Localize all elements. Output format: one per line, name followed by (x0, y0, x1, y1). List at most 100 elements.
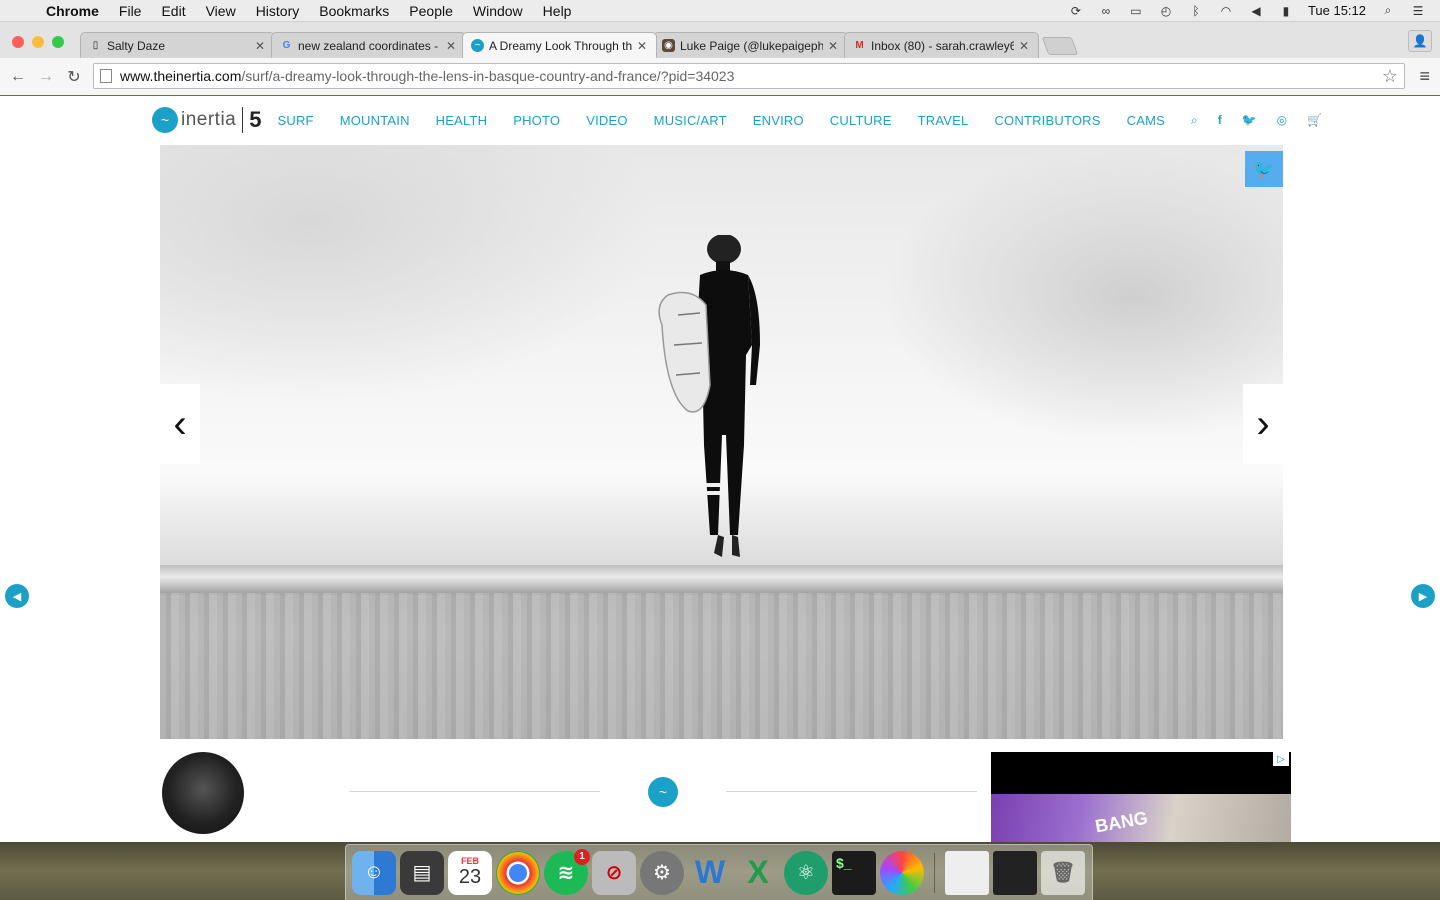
bookmark-star-icon[interactable]: ☆ (1382, 66, 1398, 87)
hero-gallery-image[interactable]: ‹ › 🐦 (160, 145, 1283, 739)
volume-icon[interactable]: ◀ (1248, 4, 1264, 18)
notification-badge: 1 (574, 848, 590, 865)
close-tab-icon[interactable]: ✕ (1018, 39, 1030, 53)
zoom-window-button[interactable] (52, 36, 64, 48)
close-window-button[interactable] (12, 36, 24, 48)
menu-bookmarks[interactable]: Bookmarks (309, 3, 399, 19)
mission-control-icon[interactable]: ▤ (400, 850, 444, 895)
chrome-icon[interactable] (496, 850, 540, 895)
nav-enviro[interactable]: ENVIRO (753, 113, 804, 128)
time-machine-icon[interactable]: ◴ (1158, 4, 1174, 18)
menu-file[interactable]: File (109, 3, 152, 19)
tab-title: Salty Daze (107, 38, 166, 53)
menu-clock[interactable]: Tue 15:12 (1308, 3, 1366, 18)
menu-history[interactable]: History (246, 3, 310, 19)
cloud-shape (160, 145, 660, 405)
next-article-button[interactable]: ▶ (1411, 584, 1435, 608)
word-icon[interactable]: W (688, 851, 732, 895)
gmail-icon: M (855, 40, 864, 51)
inertia-wave-icon: ~ (648, 777, 678, 807)
page-info-icon[interactable] (100, 69, 112, 83)
close-tab-icon[interactable]: ✕ (827, 39, 839, 53)
sync-icon[interactable]: ⟳ (1068, 4, 1084, 18)
tab-inertia-article[interactable]: ~ A Dreamy Look Through the ✕ (462, 32, 657, 58)
notification-center-icon[interactable]: ☰ (1410, 4, 1426, 18)
terminal-icon[interactable]: $_ (832, 850, 876, 895)
search-icon[interactable]: ⌕ (1191, 113, 1198, 128)
photos-icon[interactable] (880, 850, 924, 895)
calendar-month: FEB (461, 856, 479, 866)
forward-arrow-icon[interactable]: → (32, 68, 60, 86)
author-avatar[interactable] (162, 752, 244, 834)
profile-icon[interactable]: 👤 (1408, 30, 1432, 52)
facebook-icon[interactable]: f (1218, 113, 1222, 128)
finder-icon[interactable]: ☺ (352, 850, 396, 895)
battery-icon[interactable]: ▮ (1278, 4, 1294, 18)
nav-photo[interactable]: PHOTO (513, 113, 560, 128)
system-preferences-icon[interactable]: ⚙ (640, 850, 684, 895)
nav-culture[interactable]: CULTURE (830, 113, 892, 128)
bluetooth-icon[interactable]: ᛒ (1188, 4, 1204, 18)
adchoices-icon[interactable]: ▷ (1273, 752, 1289, 766)
instagram-icon[interactable]: ◎ (1277, 113, 1287, 128)
spotify-icon[interactable]: ≋ 1 (544, 848, 590, 895)
nav-video[interactable]: VIDEO (586, 113, 627, 128)
nav-cams[interactable]: CAMS (1127, 113, 1165, 128)
close-tab-icon[interactable]: ✕ (254, 39, 266, 53)
menu-view[interactable]: View (196, 3, 246, 19)
cart-icon[interactable]: 🛒 (1307, 113, 1322, 128)
gallery-prev-button[interactable]: ‹ (160, 384, 200, 464)
nav-health[interactable]: HEALTH (436, 113, 488, 128)
back-arrow-icon[interactable]: ← (4, 68, 32, 86)
nav-mountain[interactable]: MOUNTAIN (340, 113, 410, 128)
minimize-window-button[interactable] (32, 36, 44, 48)
inertia-wave-icon: ~ (152, 107, 178, 133)
url-path: /surf/a-dreamy-look-through-the-lens-in-… (241, 68, 735, 84)
nav-music-art[interactable]: MUSIC/ART (654, 113, 727, 128)
minimized-terminal-icon[interactable] (993, 850, 1037, 895)
trash-icon[interactable]: 🗑 (1041, 850, 1085, 895)
address-bar[interactable]: www.theinertia.com /surf/a-dreamy-look-t… (93, 63, 1405, 89)
excel-icon[interactable]: X (736, 851, 780, 895)
advertisement[interactable]: BANG ▷ (991, 752, 1291, 842)
close-tab-icon[interactable]: ✕ (636, 39, 648, 53)
link-icon[interactable]: ∞ (1098, 4, 1114, 18)
cloud-shape (880, 145, 1283, 445)
menu-edit[interactable]: Edit (151, 3, 195, 19)
chrome-menu-icon[interactable]: ≡ (1419, 66, 1430, 87)
close-tab-icon[interactable]: ✕ (445, 39, 457, 53)
gallery-next-button[interactable]: › (1243, 384, 1283, 464)
status-area: ⟳ ∞ ▭ ◴ ᛒ ◠ ◀ ▮ Tue 15:12 ⌕ ☰ (1068, 3, 1440, 18)
tab-gmail[interactable]: M Inbox (80) - sarah.crawley6 ✕ (844, 32, 1039, 58)
airplay-icon[interactable]: ▭ (1128, 4, 1144, 18)
nav-surf[interactable]: SURF (278, 113, 314, 128)
web-page: ~ inertia 5 SURF MOUNTAIN HEALTH PHOTO V… (0, 96, 1440, 842)
reload-icon[interactable]: ↻ (60, 67, 88, 87)
logo-number: 5 (249, 107, 262, 132)
nav-contributors[interactable]: CONTRIBUTORS (994, 113, 1100, 128)
instagram-icon: ◉ (662, 39, 675, 52)
twitter-share-button[interactable]: 🐦 (1245, 151, 1283, 187)
menu-app-name[interactable]: Chrome (36, 3, 109, 19)
site-logo[interactable]: ~ inertia 5 (152, 107, 262, 133)
spotlight-icon[interactable]: ⌕ (1380, 3, 1396, 18)
menu-help[interactable]: Help (533, 3, 582, 19)
tab-google-search[interactable]: G new zealand coordinates - ✕ (271, 32, 466, 58)
new-tab-button[interactable] (1041, 37, 1079, 55)
no-entry-app-icon[interactable]: ⊘ (592, 850, 636, 895)
menu-window[interactable]: Window (463, 3, 533, 19)
calendar-icon[interactable]: FEB 23 (448, 850, 492, 895)
wifi-icon[interactable]: ◠ (1218, 4, 1234, 18)
sea-horizon (160, 565, 1283, 595)
atom-icon[interactable]: ⚛ (784, 850, 828, 895)
prev-article-button[interactable]: ◀ (5, 584, 29, 608)
menu-people[interactable]: People (399, 3, 463, 19)
twitter-icon[interactable]: 🐦 (1242, 113, 1257, 128)
minimized-window-icon[interactable] (945, 850, 989, 895)
twitter-bird-icon: 🐦 (1252, 158, 1276, 179)
play-right-icon: ▶ (1418, 590, 1428, 603)
nav-travel[interactable]: TRAVEL (918, 113, 969, 128)
tab-strip: ▯ Salty Daze ✕ G new zealand coordinates… (80, 32, 1079, 58)
tab-salty-daze[interactable]: ▯ Salty Daze ✕ (80, 32, 275, 58)
tab-instagram[interactable]: ◉ Luke Paige (@lukepaigepho ✕ (653, 32, 848, 58)
